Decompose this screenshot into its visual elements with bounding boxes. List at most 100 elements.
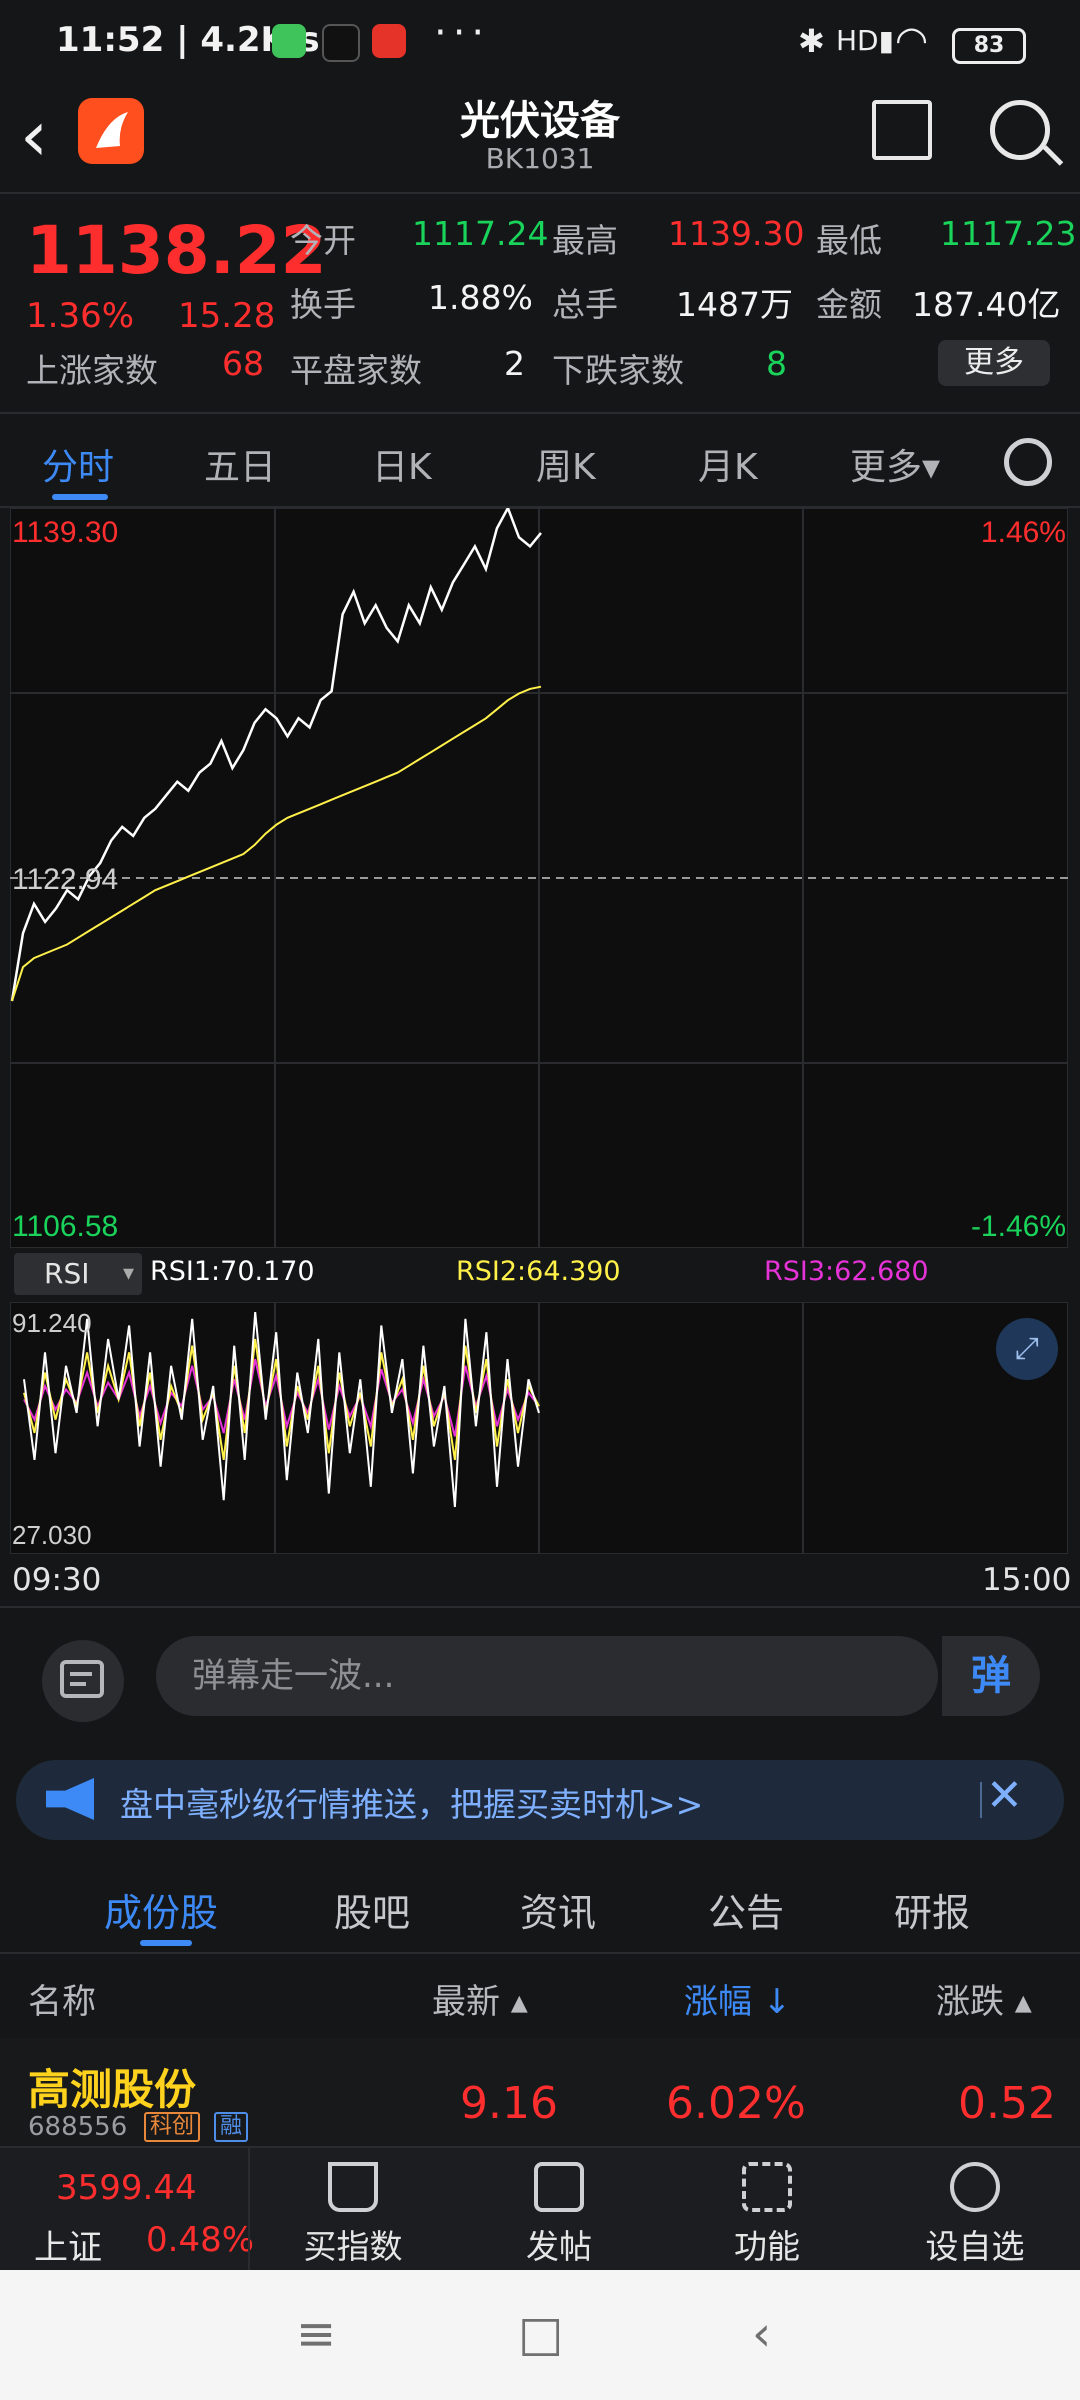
promo-banner[interactable]: 盘中毫秒级行情推送，把握买卖时机>> ✕	[16, 1760, 1064, 1840]
danmaku-input[interactable]: 弹幕走一波...	[156, 1636, 938, 1716]
more-button[interactable]: 更多	[938, 340, 1050, 386]
rsi-max-label: 91.240	[12, 1308, 92, 1338]
flat-count: 2	[504, 344, 525, 383]
change-value: 15.28	[178, 296, 276, 336]
current-price: 1138.22	[26, 212, 327, 289]
add-watchlist-button[interactable]: 设自选	[900, 2162, 1050, 2268]
banner-text[interactable]: 盘中毫秒级行情推送，把握买卖时机>>	[120, 1778, 703, 1826]
rsi1-value: RSI1:70.170	[150, 1256, 315, 1287]
search-icon[interactable]	[990, 100, 1050, 160]
buy-index-button[interactable]: 买指数	[278, 2162, 428, 2268]
wifi-icon: ◠	[895, 18, 929, 62]
tab-five-day[interactable]: 五日	[204, 438, 276, 490]
quote-panel: 1138.22 1.36% 15.28 今开 1117.24 最高 1139.3…	[0, 194, 1080, 412]
grid-icon	[742, 2162, 792, 2212]
index-value[interactable]: 3599.44	[56, 2168, 197, 2208]
active-tab-indicator	[52, 494, 108, 500]
banner-separator	[980, 1782, 982, 1818]
bluetooth-icon: ✱	[798, 22, 825, 60]
chart-low-pct: -1.46%	[971, 1210, 1066, 1243]
tab-weekly-k[interactable]: 周K	[536, 438, 596, 490]
down-count: 8	[766, 344, 787, 383]
indicator-select[interactable]: RSI	[14, 1253, 142, 1295]
chart-low-label: 1106.58	[12, 1210, 118, 1243]
volume-label: 总手	[552, 285, 618, 324]
tab-more[interactable]: 更多▾	[850, 438, 940, 490]
tab-monthly-k[interactable]: 月K	[698, 438, 758, 490]
low-value: 1117.23	[940, 214, 1077, 253]
content-tabs: 成份股 股吧 资讯 公告 研报	[0, 1858, 1080, 1952]
danmaku-list-icon[interactable]	[42, 1640, 124, 1722]
intraday-chart[interactable]: 1139.30 1.46% 1122.94 1106.58 -1.46%	[10, 508, 1068, 1248]
rsi3-value: RSI3:62.680	[764, 1256, 929, 1287]
col-change[interactable]: 涨跌 ▴	[936, 1974, 1032, 2023]
end-time-label: 15:00	[982, 1562, 1072, 1598]
tab-news[interactable]: 资讯	[520, 1882, 596, 1937]
divider	[248, 2148, 250, 2272]
battery-icon: 83	[952, 28, 1026, 64]
toutiao-icon	[372, 24, 406, 58]
home-icon[interactable]: □	[518, 2306, 563, 2362]
share-icon[interactable]	[872, 100, 932, 160]
edit-icon	[534, 2162, 584, 2212]
rsi-chart[interactable]: 91.240 27.030	[10, 1302, 1068, 1554]
down-count-label: 下跌家数	[552, 351, 684, 390]
open-label: 今开	[290, 221, 356, 260]
change-value: 0.52	[958, 2078, 1056, 2129]
tab-constituents[interactable]: 成份股	[104, 1882, 218, 1937]
tab-announcements[interactable]: 公告	[708, 1882, 784, 1937]
post-button[interactable]: 发帖	[484, 2162, 634, 2268]
margin-badge: 融	[214, 2112, 249, 2142]
tab-intraday[interactable]: 分时	[42, 438, 114, 490]
bottom-toolbar: 3599.44 上证 0.48% 买指数 发帖 功能 设自选	[0, 2146, 1080, 2272]
post-label: 发帖	[526, 2227, 592, 2266]
col-name: 名称	[28, 1982, 96, 2022]
rsi2-value: RSI2:64.390	[456, 1256, 621, 1287]
star-market-badge: 科创	[144, 2112, 201, 2142]
header: ‹ 光伏设备 BK1031	[0, 88, 1080, 192]
back-nav-icon[interactable]: ‹	[752, 2306, 771, 2362]
high-value: 1139.30	[668, 214, 805, 253]
expand-icon[interactable]: ⤢	[996, 1318, 1058, 1380]
active-subtab-indicator	[140, 1940, 192, 1946]
flat-count-label: 平盘家数	[290, 351, 422, 390]
stock-name: 高测股份	[28, 2065, 197, 2114]
menu-icon[interactable]: ≡	[296, 2306, 336, 2362]
index-pct[interactable]: 0.48%	[146, 2220, 254, 2260]
high-label: 最高	[552, 221, 618, 260]
open-value: 1117.24	[412, 214, 549, 253]
chart-tabs: 分时 五日 日K 周K 月K 更多▾	[0, 414, 1080, 506]
start-time-label: 09:30	[12, 1562, 102, 1598]
index-name[interactable]: 上证	[34, 2220, 102, 2269]
table-header: 名称 最新 ▴ 涨幅 ↓ 涨跌 ▴	[0, 1954, 1080, 2036]
low-label: 最低	[816, 221, 882, 260]
col-change-pct[interactable]: 涨幅 ↓	[684, 1974, 791, 2023]
tab-forum[interactable]: 股吧	[334, 1882, 410, 1937]
col-last[interactable]: 最新 ▴	[432, 1974, 528, 2023]
close-icon[interactable]: ✕	[986, 1770, 1023, 1821]
more-notifications-icon: ···	[434, 10, 491, 56]
chart-high-label: 1139.30	[12, 516, 118, 549]
rsi-min-label: 27.030	[12, 1520, 92, 1550]
tab-research[interactable]: 研报	[894, 1882, 970, 1937]
danmaku-toggle-button[interactable]: 弹	[942, 1636, 1040, 1716]
tab-daily-k[interactable]: 日K	[372, 438, 432, 490]
up-count-label: 上涨家数	[26, 351, 158, 390]
up-count: 68	[222, 344, 264, 383]
wechat-icon	[272, 24, 306, 58]
megaphone-icon	[46, 1778, 94, 1820]
table-row[interactable]: 高测股份 688556 科创 融 9.16 6.02% 0.52	[0, 2038, 1080, 2146]
chart-high-pct: 1.46%	[981, 516, 1066, 549]
stock-code: 688556	[28, 2112, 128, 2142]
gear-icon[interactable]	[1004, 438, 1052, 486]
change-pct: 6.02%	[666, 2078, 806, 2129]
turnover-value: 1.88%	[428, 278, 533, 317]
turnover-label: 换手	[290, 285, 356, 324]
cart-icon	[328, 2162, 378, 2212]
change-percent: 1.36%	[26, 296, 135, 336]
status-bar: 11:52 | 4.2K/s ··· ✱ HD▮ ◠ 83	[0, 0, 1080, 88]
functions-button[interactable]: 功能	[692, 2162, 842, 2268]
amount-label: 金额	[816, 285, 882, 324]
system-navigation-bar: ≡ □ ‹	[0, 2270, 1080, 2400]
add-watchlist-label: 设自选	[925, 2227, 1025, 2266]
